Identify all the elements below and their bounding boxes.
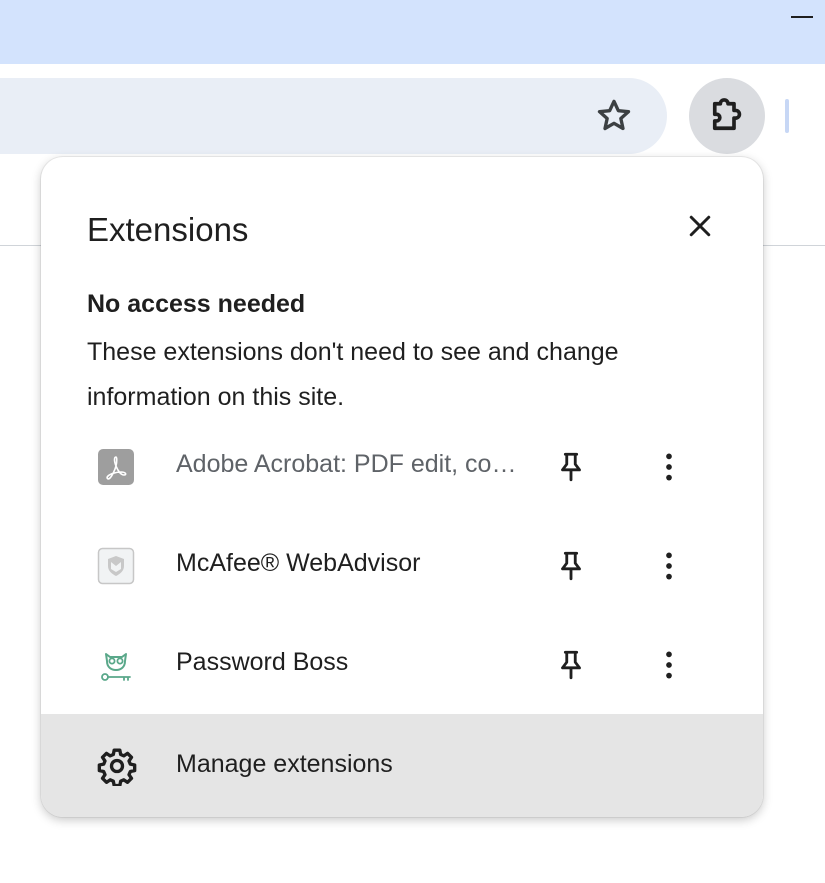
more-vert-icon <box>666 651 672 679</box>
pin-button[interactable] <box>547 641 595 689</box>
window-titlebar <box>0 0 825 64</box>
extension-name: Password Boss <box>176 648 349 676</box>
extensions-toolbar-button[interactable] <box>689 78 765 154</box>
more-vert-icon <box>666 552 672 580</box>
extension-menu-button[interactable] <box>645 641 693 689</box>
popup-title: Extensions <box>87 211 249 248</box>
extension-menu-button[interactable] <box>645 443 693 491</box>
minimize-button[interactable] <box>791 16 813 18</box>
star-outline-icon <box>597 99 631 131</box>
manage-extensions-label: Manage extensions <box>176 750 393 778</box>
address-bar[interactable] <box>0 78 667 154</box>
extensions-menu: Extensions No access needed These extens… <box>41 157 763 817</box>
extension-row-password-boss[interactable]: Password Boss <box>41 620 763 710</box>
extension-name: McAfee® WebAdvisor <box>176 549 421 577</box>
toolbar-separator <box>785 99 789 133</box>
manage-extensions-button[interactable]: Manage extensions <box>41 714 763 817</box>
mcafee-shield-icon <box>97 547 135 585</box>
bookmark-star-button[interactable] <box>590 92 638 140</box>
extension-row-mcafee[interactable]: McAfee® WebAdvisor <box>41 521 763 611</box>
pin-button[interactable] <box>547 542 595 590</box>
puzzle-piece-icon <box>712 98 742 131</box>
extension-name: Adobe Acrobat: PDF edit, convert, sign t… <box>176 450 521 478</box>
pin-icon <box>561 650 581 680</box>
close-icon <box>689 215 711 237</box>
extension-menu-button[interactable] <box>645 542 693 590</box>
more-vert-icon <box>666 453 672 481</box>
pin-icon <box>561 452 581 482</box>
password-boss-owl-icon <box>97 646 135 684</box>
adobe-acrobat-icon <box>97 448 135 486</box>
pin-button[interactable] <box>547 443 595 491</box>
close-button[interactable] <box>677 203 723 249</box>
pin-icon <box>561 551 581 581</box>
section-heading: No access needed <box>87 290 306 318</box>
section-description: These extensions don't need to see and c… <box>87 338 619 411</box>
gear-icon <box>97 746 137 786</box>
extension-row-adobe-acrobat[interactable]: Adobe Acrobat: PDF edit, convert, sign t… <box>41 422 763 512</box>
